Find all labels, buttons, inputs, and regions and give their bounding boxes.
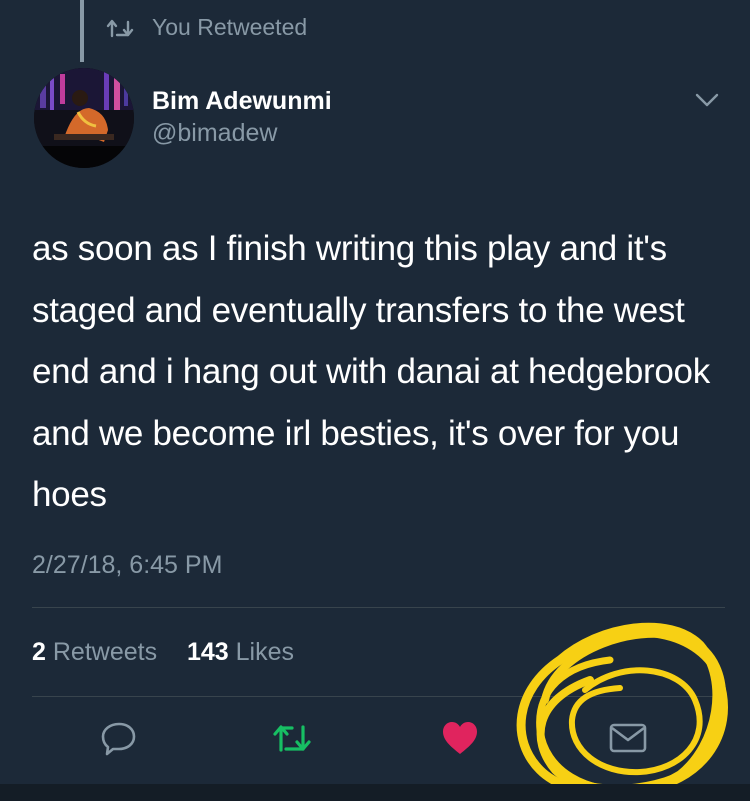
like-button[interactable]	[438, 720, 482, 760]
heart-icon	[440, 719, 480, 762]
divider	[32, 696, 725, 697]
likes-count: 143	[186, 638, 229, 666]
speech-bubble-icon	[99, 718, 139, 763]
direct-message-button[interactable]	[606, 720, 650, 760]
retweet-icon	[106, 18, 134, 38]
envelope-icon	[608, 721, 648, 760]
retweets-label: Retweets	[52, 638, 158, 666]
chevron-down-icon[interactable]	[694, 90, 720, 110]
retweeted-indicator: You Retweeted	[106, 14, 307, 41]
retweeted-label: You Retweeted	[152, 14, 308, 40]
retweets-stat[interactable]: 2 Retweets	[32, 638, 164, 666]
bottom-bar	[0, 784, 750, 801]
retweets-count: 2	[32, 638, 46, 666]
divider	[32, 607, 725, 608]
tweet-text: as soon as I finish writing this play an…	[32, 229, 710, 514]
reply-button[interactable]	[97, 720, 141, 760]
author-handle[interactable]: @bimadew	[152, 118, 332, 148]
author-info[interactable]: Bim Adewunmi @bimadew	[152, 86, 332, 148]
likes-label: Likes	[235, 638, 295, 666]
retweet-button[interactable]	[270, 720, 314, 760]
retweet-icon	[272, 720, 312, 761]
engagement-stats: 2 Retweets 143 Likes	[32, 638, 294, 667]
author-name[interactable]: Bim Adewunmi	[152, 86, 332, 116]
thread-line	[80, 0, 84, 62]
likes-stat[interactable]: 143 Likes	[187, 638, 294, 666]
avatar[interactable]	[34, 68, 134, 168]
tweet-timestamp: 2/27/18, 6:45 PM	[32, 551, 223, 579]
